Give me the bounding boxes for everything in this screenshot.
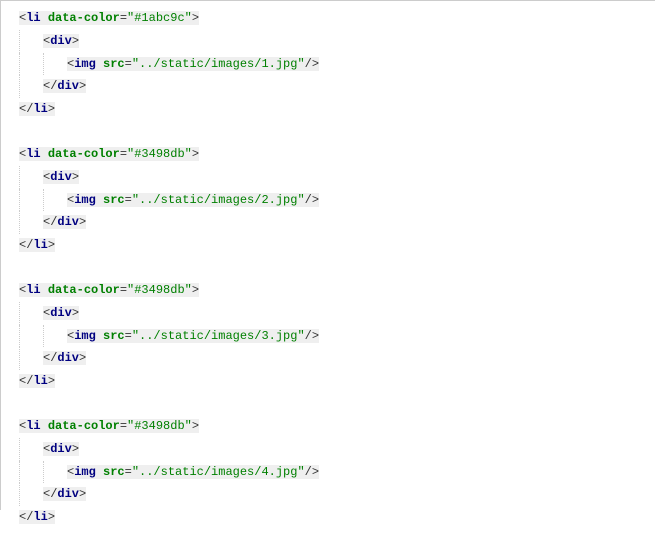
attr-src-value: "../static/images/3.jpg" xyxy=(132,329,305,343)
tag-li-close: li xyxy=(33,102,47,116)
attr-src: src xyxy=(103,193,125,207)
code-line: <div> xyxy=(19,302,655,325)
attr-data-color: data-color xyxy=(48,11,120,25)
code-line: <div> xyxy=(19,30,655,53)
tag-div-close: div xyxy=(57,79,79,93)
attr-src-value: "../static/images/2.jpg" xyxy=(132,193,305,207)
tag-li-open: li xyxy=(26,419,40,433)
code-line: </div> xyxy=(19,347,655,370)
code-line: </li> xyxy=(19,234,655,257)
code-line: <div> xyxy=(19,166,655,189)
tag-div-open: div xyxy=(50,34,72,48)
attr-value-color: "#3498db" xyxy=(127,147,192,161)
tag-li-open: li xyxy=(26,147,40,161)
tag-div-open: div xyxy=(50,442,72,456)
attr-src: src xyxy=(103,329,125,343)
code-line: </li> xyxy=(19,370,655,393)
code-line: <li data-color="#1abc9c"> xyxy=(19,7,655,30)
tag-div-close: div xyxy=(57,487,79,501)
code-line: <li data-color="#3498db"> xyxy=(19,279,655,302)
attr-src-value: "../static/images/1.jpg" xyxy=(132,57,305,71)
attr-src: src xyxy=(103,57,125,71)
tag-li-close: li xyxy=(33,374,47,388)
attr-value-color: "#1abc9c" xyxy=(127,11,192,25)
code-line: <div> xyxy=(19,438,655,461)
attr-data-color: data-color xyxy=(48,283,120,297)
attr-data-color: data-color xyxy=(48,419,120,433)
tag-img: img xyxy=(74,329,96,343)
code-line: <img src="../static/images/4.jpg"/> xyxy=(19,461,655,484)
tag-div-open: div xyxy=(50,306,72,320)
attr-value-color: "#3498db" xyxy=(127,283,192,297)
tag-li-open: li xyxy=(26,11,40,25)
tag-li-close: li xyxy=(33,510,47,524)
tag-li-close: li xyxy=(33,238,47,252)
code-line: <li data-color="#3498db"> xyxy=(19,415,655,438)
code-line: </div> xyxy=(19,211,655,234)
tag-div-open: div xyxy=(50,170,72,184)
code-line: <img src="../static/images/3.jpg"/> xyxy=(19,325,655,348)
blank-line xyxy=(19,121,655,143)
blank-line xyxy=(19,257,655,279)
code-line: <img src="../static/images/1.jpg"/> xyxy=(19,53,655,76)
code-line: </div> xyxy=(19,75,655,98)
tag-li-open: li xyxy=(26,283,40,297)
tag-div-close: div xyxy=(57,351,79,365)
code-line: <img src="../static/images/2.jpg"/> xyxy=(19,189,655,212)
tag-img: img xyxy=(74,465,96,479)
code-line: </div> xyxy=(19,483,655,506)
tag-img: img xyxy=(74,57,96,71)
attr-src: src xyxy=(103,465,125,479)
code-line: <li data-color="#3498db"> xyxy=(19,143,655,166)
tag-div-close: div xyxy=(57,215,79,229)
attr-value-color: "#3498db" xyxy=(127,419,192,433)
code-snippet: <li data-color="#1abc9c"> <div> <img src… xyxy=(1,1,655,535)
code-line: </li> xyxy=(19,98,655,121)
tag-img: img xyxy=(74,193,96,207)
attr-src-value: "../static/images/4.jpg" xyxy=(132,465,305,479)
blank-line xyxy=(19,393,655,415)
attr-data-color: data-color xyxy=(48,147,120,161)
